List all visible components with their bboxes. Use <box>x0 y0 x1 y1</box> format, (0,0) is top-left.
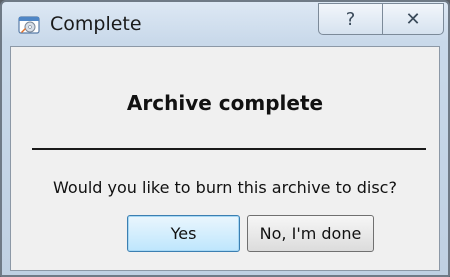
dialog-body: Archive complete Would you like to burn … <box>10 46 440 271</box>
disc-burn-icon <box>18 14 40 36</box>
help-icon: ? <box>345 8 356 30</box>
burn-question: Would you like to burn this archive to d… <box>53 178 397 197</box>
divider <box>32 148 426 150</box>
dialog-heading: Archive complete <box>126 91 324 115</box>
yes-button[interactable]: Yes <box>127 215 240 252</box>
no-done-button[interactable]: No, I'm done <box>247 215 374 252</box>
caption-buttons: ? ✕ <box>318 3 444 35</box>
help-button[interactable]: ? <box>318 3 382 35</box>
close-button[interactable]: ✕ <box>382 3 444 35</box>
title-bar[interactable]: Complete ? ✕ <box>2 2 448 46</box>
complete-dialog: Complete ? ✕ Archive complete Would you … <box>0 0 450 277</box>
close-icon: ✕ <box>405 8 421 30</box>
window-title: Complete <box>50 13 142 35</box>
